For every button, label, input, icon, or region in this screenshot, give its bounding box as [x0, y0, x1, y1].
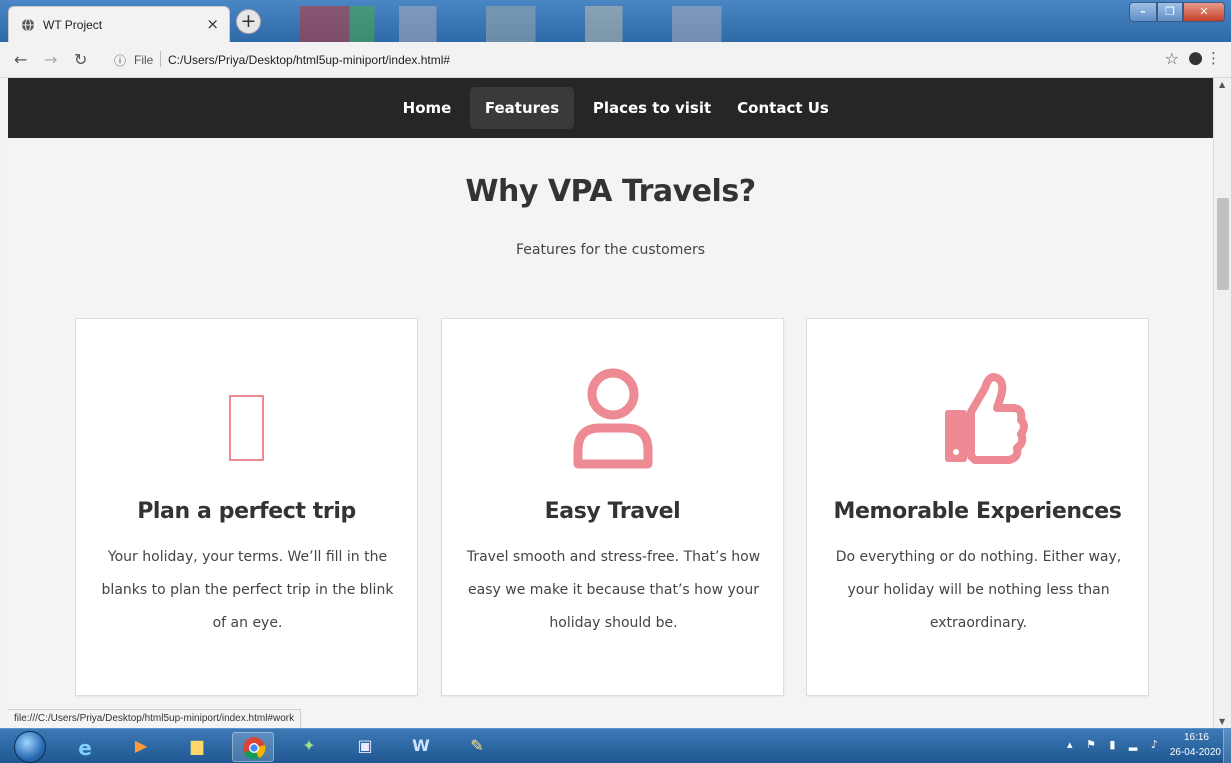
card-text: Travel smooth and stress-free. That’s ho… [466, 549, 761, 631]
close-icon[interactable]: ✕ [1183, 2, 1225, 22]
feature-card-plan-trip: Plan a perfect trip Your holiday, your t… [75, 318, 418, 696]
nav-item-contact-us[interactable]: Contact Us [726, 87, 840, 129]
word-icon[interactable]: W [400, 732, 442, 762]
user-icon [573, 368, 652, 469]
card-title: Memorable Experiences [833, 499, 1122, 524]
card-text: Your holiday, your terms. We’ll fill in … [101, 549, 394, 631]
tab-close-icon[interactable]: × [206, 15, 219, 33]
maximize-icon[interactable]: ❐ [1157, 2, 1183, 22]
section-subtitle: Features for the customers [516, 242, 705, 258]
forward-arrow-icon[interactable]: → [44, 50, 57, 69]
address-bar[interactable]: ⓘ File C:/Users/Priya/Desktop/html5up-mi… [102, 47, 1202, 73]
tray-icons[interactable]: ▴ ⚑ ▮ ▂ ♪ [1067, 738, 1163, 751]
address-scheme: File [134, 53, 154, 67]
page-viewport: Home Features Places to visit Contact Us… [8, 78, 1213, 728]
missing-glyph-icon [228, 395, 264, 461]
browser-tab[interactable]: WT Project × [8, 6, 230, 42]
scroll-down-arrow-icon[interactable]: ▼ [1219, 717, 1225, 726]
section-title: Why VPA Travels? [465, 174, 756, 209]
desktop-wallpaper-strip [300, 6, 920, 42]
scroll-thumb[interactable] [1217, 198, 1229, 290]
address-url[interactable]: C:/Users/Priya/Desktop/html5up-miniport/… [168, 53, 450, 67]
windows-start-icon[interactable] [14, 731, 46, 763]
site-navigation: Home Features Places to visit Contact Us [8, 78, 1213, 138]
browser-tab-strip: WT Project × + – ❐ ✕ [0, 0, 1231, 42]
more-menu-icon[interactable]: ⋮ [1206, 49, 1221, 67]
nav-item-home[interactable]: Home [388, 87, 466, 129]
browser-toolbar: ← → ↻ ⓘ File C:/Users/Priya/Desktop/html… [0, 42, 1231, 78]
card-text: Do everything or do nothing. Either way,… [835, 549, 1122, 631]
minimize-icon[interactable]: – [1129, 2, 1157, 22]
card-title: Plan a perfect trip [137, 499, 356, 524]
chrome-icon[interactable] [232, 732, 274, 762]
link-status-bar: file:///C:/Users/Priya/Desktop/html5up-m… [8, 709, 302, 729]
internet-explorer-icon[interactable]: e [64, 732, 106, 762]
back-arrow-icon[interactable]: ← [14, 50, 27, 69]
file-explorer-icon[interactable]: ▆ [176, 732, 218, 762]
windows-taskbar: e ▶ ▆ ✦ ▣ W ✎ ▴ ⚑ ▮ ▂ ♪ 16:16 26-04-2020 [0, 728, 1231, 763]
address-separator [160, 51, 161, 67]
viewer-icon[interactable]: ▣ [344, 732, 386, 762]
paint-icon[interactable]: ✎ [456, 732, 498, 762]
bookmark-star-icon[interactable]: ☆ [1165, 49, 1179, 68]
feature-card-memorable-experiences: Memorable Experiences Do everything or d… [806, 318, 1149, 696]
media-player-icon[interactable]: ▶ [120, 732, 162, 762]
nav-item-features[interactable]: Features [470, 87, 574, 129]
tab-title: WT Project [43, 18, 103, 32]
feature-card-easy-travel: Easy Travel Travel smooth and stress-fre… [441, 318, 784, 696]
nav-item-places-to-visit[interactable]: Places to visit [582, 87, 722, 129]
card-title: Easy Travel [544, 499, 681, 524]
scroll-up-arrow-icon[interactable]: ▲ [1219, 80, 1225, 89]
vertical-scrollbar[interactable]: ▲ ▼ [1213, 78, 1231, 728]
new-tab-button[interactable]: + [236, 9, 261, 34]
system-tray: ▴ ⚑ ▮ ▂ ♪ 16:16 26-04-2020 [1031, 729, 1231, 763]
thumbs-up-icon [944, 373, 1028, 464]
reload-icon[interactable]: ↻ [74, 50, 87, 69]
show-desktop-button[interactable] [1223, 729, 1231, 763]
globe-icon [22, 18, 34, 32]
clock-date[interactable]: 26-04-2020 [1170, 747, 1221, 758]
account-icon[interactable]: ● [1188, 48, 1203, 68]
network-icon[interactable]: ✦ [288, 732, 330, 762]
clock-time[interactable]: 16:16 [1184, 732, 1209, 743]
info-icon[interactable]: ⓘ [114, 52, 126, 69]
window-controls: – ❐ ✕ [1129, 2, 1225, 22]
